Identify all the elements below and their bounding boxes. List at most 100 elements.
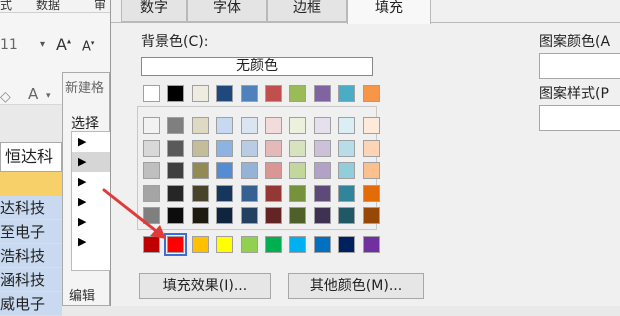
- ribbon-tab-formula[interactable]: 式: [0, 0, 12, 13]
- tab-fill[interactable]: 填充: [347, 0, 431, 24]
- color-swatch[interactable]: [216, 162, 234, 179]
- color-swatch[interactable]: [338, 85, 356, 102]
- color-swatch[interactable]: [167, 139, 185, 157]
- color-swatch[interactable]: [362, 162, 380, 179]
- color-swatch[interactable]: [362, 139, 380, 157]
- color-swatch[interactable]: [143, 117, 160, 134]
- ribbon-tab-review[interactable]: 审: [94, 0, 106, 13]
- color-swatch[interactable]: [167, 117, 185, 134]
- color-swatch[interactable]: [338, 236, 356, 253]
- color-swatch[interactable]: [143, 184, 160, 202]
- color-swatch[interactable]: [191, 139, 209, 157]
- color-swatch[interactable]: [265, 162, 282, 179]
- color-swatch[interactable]: [338, 207, 356, 224]
- color-swatch[interactable]: [313, 117, 331, 134]
- tab-font[interactable]: 字体: [187, 0, 267, 22]
- list-item[interactable]: ▶: [72, 192, 112, 212]
- color-swatch[interactable]: [362, 184, 380, 202]
- color-swatch[interactable]: [362, 117, 380, 134]
- color-swatch[interactable]: [191, 184, 209, 202]
- color-swatch[interactable]: [164, 233, 188, 256]
- color-swatch[interactable]: [338, 117, 356, 134]
- color-swatch[interactable]: [240, 236, 258, 253]
- color-swatch[interactable]: [338, 184, 356, 202]
- fill-effects-button[interactable]: 填充效果(I)...: [139, 273, 271, 299]
- color-swatch[interactable]: [191, 162, 209, 179]
- list-item[interactable]: ▶: [72, 172, 112, 192]
- no-color-button[interactable]: 无颜色: [141, 57, 373, 76]
- cell-header[interactable]: 恒达科: [0, 142, 62, 172]
- color-swatch[interactable]: [216, 184, 234, 202]
- color-swatch[interactable]: [265, 207, 282, 224]
- color-swatch[interactable]: [265, 184, 282, 202]
- color-swatch[interactable]: [289, 162, 307, 179]
- color-swatch[interactable]: [216, 236, 234, 253]
- color-swatch[interactable]: [313, 85, 331, 102]
- font-color-icon[interactable]: A: [28, 85, 38, 103]
- color-swatch[interactable]: [143, 207, 160, 224]
- color-swatch[interactable]: [265, 139, 282, 157]
- color-swatch[interactable]: [167, 184, 185, 202]
- pattern-color-dropdown[interactable]: [539, 53, 620, 79]
- pattern-style-dropdown[interactable]: [539, 105, 620, 131]
- color-swatch[interactable]: [313, 162, 331, 179]
- color-swatch[interactable]: [240, 117, 258, 134]
- color-swatch[interactable]: [216, 139, 234, 157]
- color-swatch[interactable]: [338, 162, 356, 179]
- color-swatch[interactable]: [216, 207, 234, 224]
- increase-font-icon[interactable]: A▴: [56, 35, 71, 54]
- color-swatch[interactable]: [265, 117, 282, 134]
- color-swatch[interactable]: [240, 162, 258, 179]
- tab-border[interactable]: 边框: [267, 0, 347, 22]
- color-swatch[interactable]: [191, 236, 209, 253]
- color-swatch[interactable]: [338, 139, 356, 157]
- color-swatch[interactable]: [167, 207, 185, 224]
- color-swatch[interactable]: [240, 207, 258, 224]
- color-swatch[interactable]: [240, 85, 258, 102]
- color-swatch[interactable]: [362, 236, 380, 253]
- color-swatch[interactable]: [289, 139, 307, 157]
- color-swatch[interactable]: [289, 207, 307, 224]
- chevron-down-icon[interactable]: ▾: [40, 39, 45, 50]
- color-swatch[interactable]: [313, 236, 331, 253]
- table-cell[interactable]: 威电子: [0, 292, 62, 316]
- color-swatch[interactable]: [265, 85, 282, 102]
- color-swatch[interactable]: [289, 236, 307, 253]
- ribbon-tab-data[interactable]: 数据: [36, 0, 60, 13]
- font-size-box[interactable]: 11: [0, 37, 18, 53]
- fill-color-icon[interactable]: ◇: [0, 89, 11, 105]
- decrease-font-icon[interactable]: A▾: [82, 39, 94, 54]
- color-swatch[interactable]: [265, 236, 282, 253]
- table-cell[interactable]: 浩科技: [0, 244, 62, 268]
- color-swatch[interactable]: [191, 117, 209, 134]
- chevron-down-icon[interactable]: ▾: [46, 91, 51, 101]
- color-swatch[interactable]: [143, 162, 160, 179]
- table-cell[interactable]: 达科技: [0, 196, 62, 220]
- color-swatch[interactable]: [216, 117, 234, 134]
- color-swatch[interactable]: [289, 184, 307, 202]
- color-swatch[interactable]: [240, 139, 258, 157]
- color-swatch[interactable]: [362, 207, 380, 224]
- color-swatch[interactable]: [289, 117, 307, 134]
- color-swatch[interactable]: [167, 162, 185, 179]
- color-swatch[interactable]: [191, 85, 209, 102]
- list-item[interactable]: ▶: [72, 132, 112, 152]
- rule-type-list[interactable]: ▶ ▶ ▶ ▶ ▶ ▶: [71, 131, 112, 271]
- color-swatch[interactable]: [313, 207, 331, 224]
- color-swatch[interactable]: [216, 85, 234, 102]
- more-colors-button[interactable]: 其他颜色(M)...: [288, 273, 424, 299]
- list-item[interactable]: ▶: [72, 212, 112, 232]
- color-swatch[interactable]: [143, 139, 160, 157]
- tab-number[interactable]: 数字: [121, 0, 187, 22]
- color-swatch[interactable]: [167, 85, 185, 102]
- table-cell[interactable]: 涵科技: [0, 268, 62, 292]
- color-swatch[interactable]: [240, 184, 258, 202]
- color-swatch[interactable]: [362, 85, 380, 102]
- color-swatch[interactable]: [313, 139, 331, 157]
- color-swatch[interactable]: [143, 236, 160, 253]
- highlighted-row[interactable]: [0, 172, 62, 196]
- table-cell[interactable]: 至电子: [0, 220, 62, 244]
- list-item[interactable]: ▶: [72, 152, 112, 172]
- list-item[interactable]: ▶: [72, 232, 112, 252]
- color-swatch[interactable]: [289, 85, 307, 102]
